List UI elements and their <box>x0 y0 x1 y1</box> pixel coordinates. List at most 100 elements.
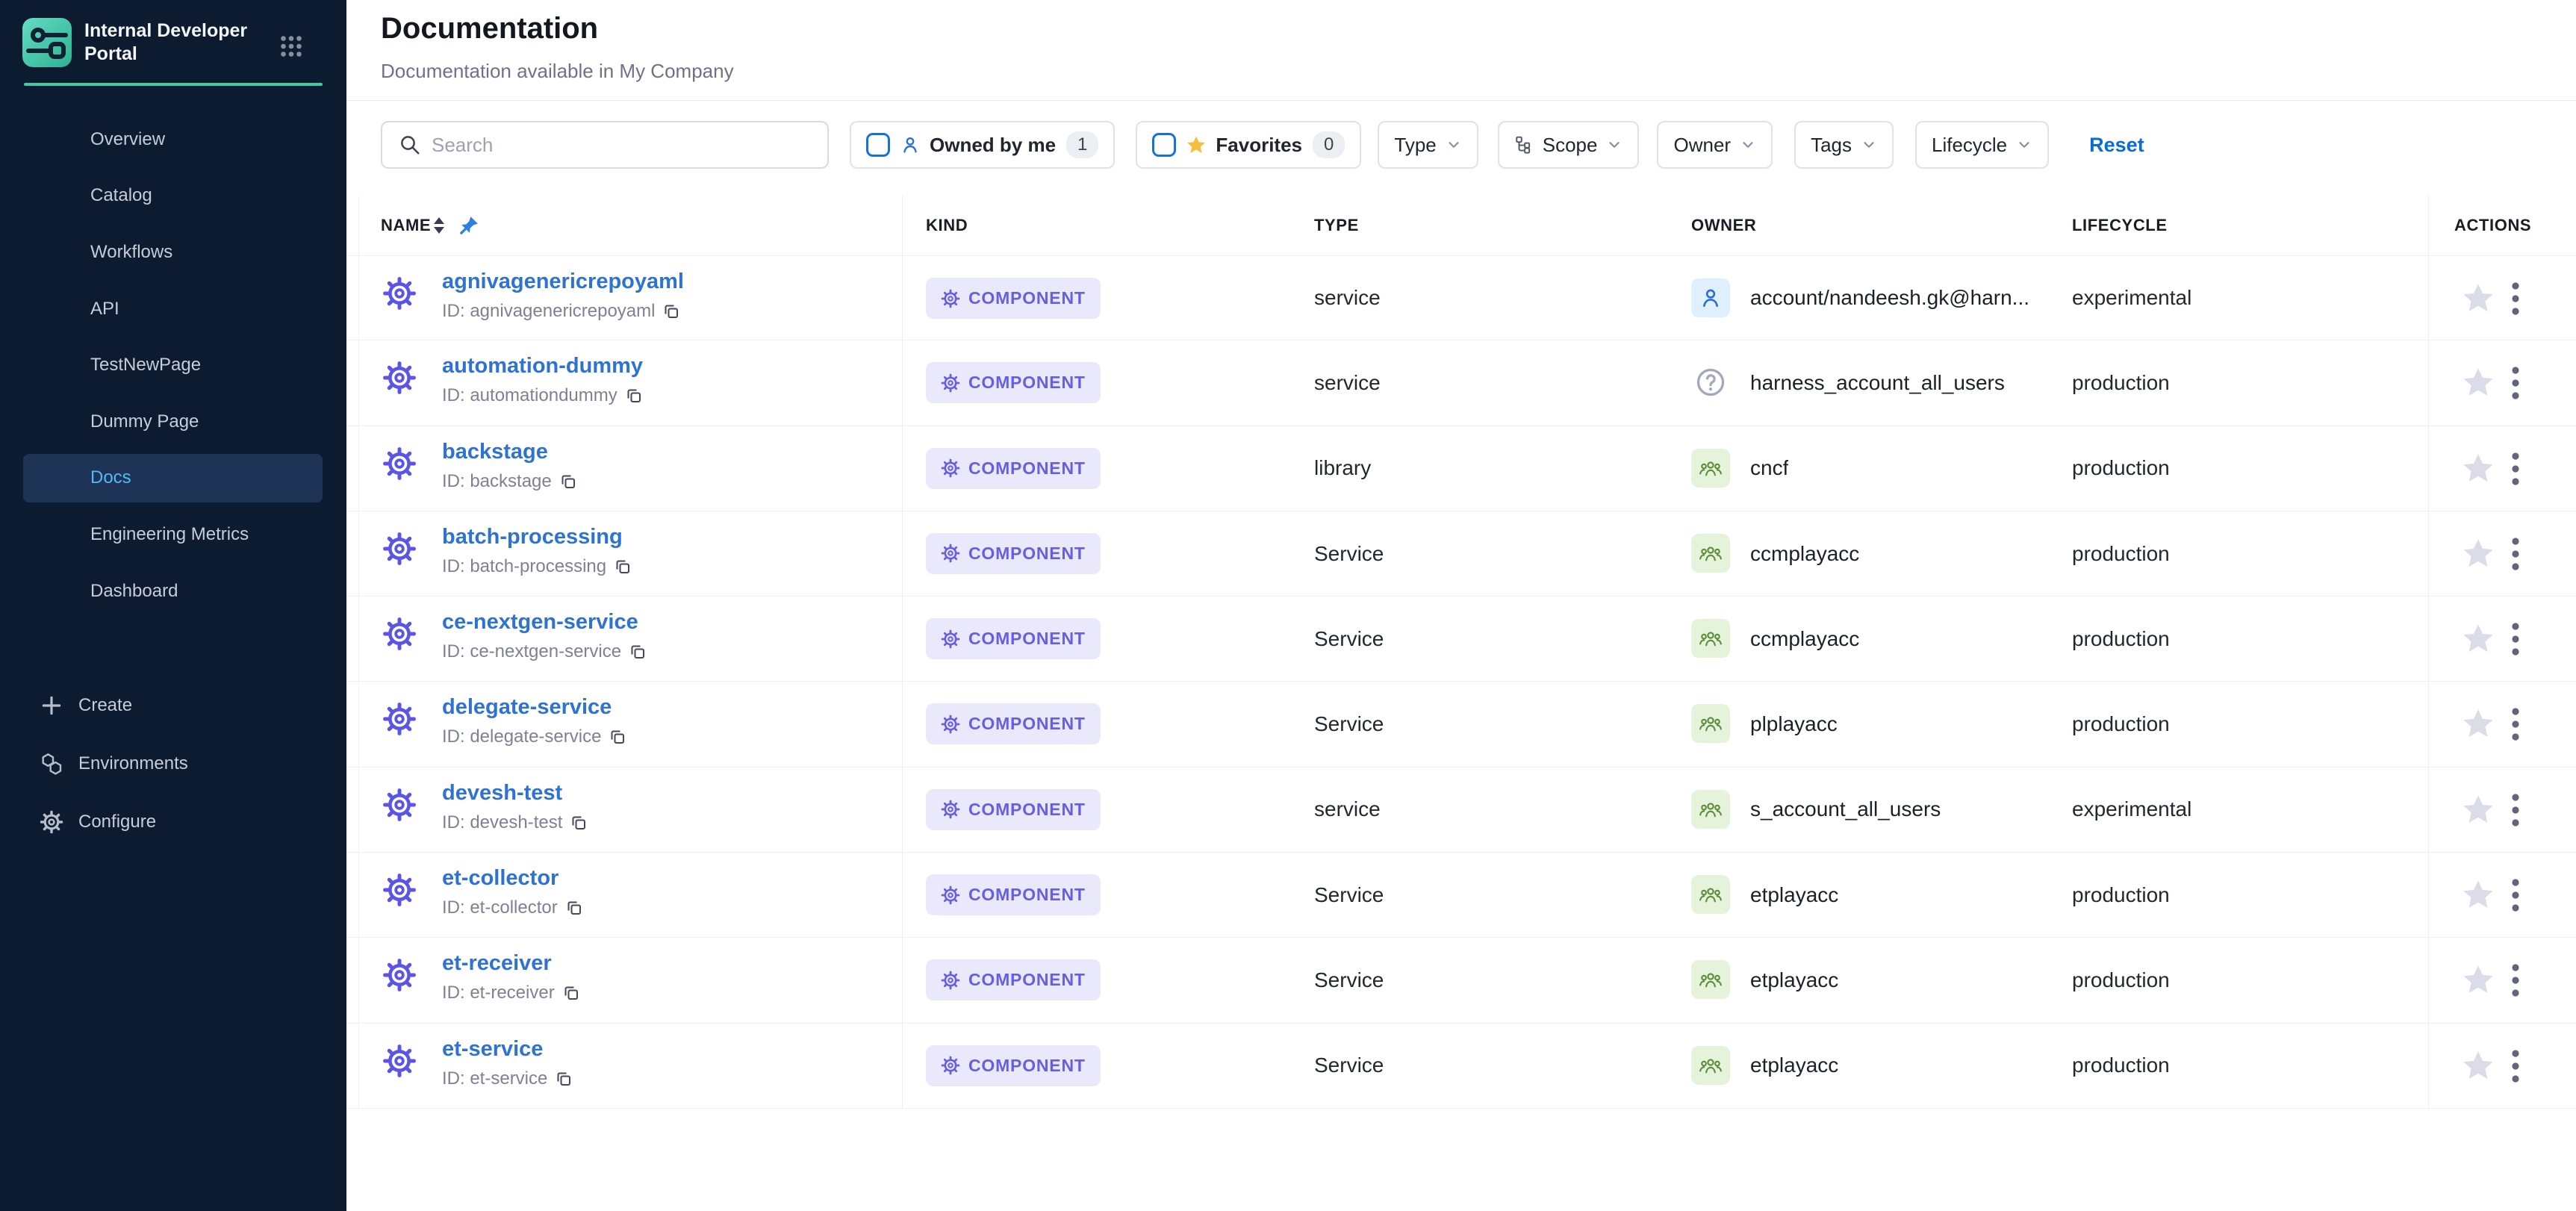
owned-by-me-checkbox[interactable] <box>866 133 890 157</box>
copy-icon[interactable] <box>609 728 626 746</box>
copy-icon[interactable] <box>625 387 643 405</box>
column-header-lifecycle: LIFECYCLE <box>2072 216 2168 235</box>
kind-badge-label: COMPONENT <box>968 458 1086 479</box>
owner-cell[interactable]: etplayacc <box>1750 968 1838 992</box>
sidebar-item-catalog[interactable]: Catalog <box>0 168 346 225</box>
sidebar-item-engineering-metrics[interactable]: Engineering Metrics <box>0 506 346 563</box>
component-gear-icon <box>382 532 417 566</box>
more-menu-icon[interactable] <box>2510 878 2521 912</box>
entity-name-link[interactable]: delegate-service <box>442 695 612 720</box>
sidebar-item-environments[interactable]: Environments <box>0 735 346 793</box>
app-title-line2: Portal <box>84 43 247 66</box>
entity-name-link[interactable]: devesh-test <box>442 781 562 806</box>
favorites-filter[interactable]: Favorites 0 <box>1136 121 1361 169</box>
favorite-star-icon[interactable] <box>2461 706 2495 741</box>
copy-icon[interactable] <box>614 558 632 576</box>
entity-name-link[interactable]: et-service <box>442 1037 543 1062</box>
copy-icon[interactable] <box>559 473 577 491</box>
favorite-star-icon[interactable] <box>2461 365 2495 399</box>
sidebar-item-dashboard[interactable]: Dashboard <box>0 563 346 620</box>
more-menu-icon[interactable] <box>2510 622 2521 656</box>
reset-filters-button[interactable]: Reset <box>2089 134 2144 157</box>
sidebar-item-overview[interactable]: Overview <box>0 111 346 168</box>
favorite-star-icon[interactable] <box>2461 281 2495 315</box>
dropdown-label: Owner <box>1673 134 1731 157</box>
favorite-star-icon[interactable] <box>2461 962 2495 997</box>
more-menu-icon[interactable] <box>2510 963 2521 997</box>
sidebar-item-dummy-page[interactable]: Dummy Page <box>0 393 346 450</box>
entity-name-link[interactable]: et-receiver <box>442 951 552 976</box>
more-menu-icon[interactable] <box>2510 366 2521 400</box>
pin-icon[interactable] <box>458 215 479 236</box>
owner-cell[interactable]: s_account_all_users <box>1750 797 1941 821</box>
owned-by-me-filter[interactable]: Owned by me 1 <box>850 121 1115 169</box>
lifecycle-cell: production <box>2072 371 2170 395</box>
filter-dropdown-lifecycle[interactable]: Lifecycle <box>1915 121 2049 169</box>
sidebar-item-configure[interactable]: Configure <box>0 793 346 851</box>
filter-dropdown-tags[interactable]: Tags <box>1794 121 1894 169</box>
owner-cell[interactable]: harness_account_all_users <box>1750 371 2005 395</box>
more-menu-icon[interactable] <box>2510 1049 2521 1083</box>
entity-name-link[interactable]: ce-nextgen-service <box>442 610 638 635</box>
copy-icon[interactable] <box>565 899 583 917</box>
sidebar-item-create[interactable]: Create <box>0 676 346 735</box>
favorite-star-icon[interactable] <box>2461 621 2495 656</box>
more-menu-icon[interactable] <box>2510 707 2521 741</box>
copy-icon[interactable] <box>662 302 680 320</box>
owner-cell[interactable]: ccmplayacc <box>1750 627 1859 651</box>
component-gear-icon <box>382 276 417 311</box>
copy-icon[interactable] <box>570 814 588 832</box>
sidebar-item-api[interactable]: API <box>0 281 346 337</box>
favorite-star-icon[interactable] <box>2461 536 2495 570</box>
column-header-name[interactable]: NAME <box>381 216 431 235</box>
sort-toggle[interactable] <box>434 216 444 235</box>
header-divider <box>346 100 2576 101</box>
lifecycle-cell: experimental <box>2072 286 2191 310</box>
filter-dropdown-type[interactable]: Type <box>1378 121 1478 169</box>
favorite-star-icon[interactable] <box>2461 451 2495 485</box>
more-menu-icon[interactable] <box>2510 793 2521 827</box>
more-menu-icon[interactable] <box>2510 281 2521 316</box>
filter-dropdown-scope[interactable]: Scope <box>1498 121 1640 169</box>
hierarchy-icon <box>1514 135 1534 155</box>
copy-icon[interactable] <box>555 1070 573 1088</box>
more-menu-icon[interactable] <box>2510 537 2521 571</box>
filter-dropdown-owner[interactable]: Owner <box>1657 121 1773 169</box>
type-cell: Service <box>1314 883 1384 907</box>
entity-id-text: ID: devesh-test <box>442 812 562 833</box>
table-row: et-collector ID: et-collector COMPONENT … <box>346 853 2576 938</box>
copy-icon[interactable] <box>562 984 580 1002</box>
owner-cell[interactable]: ccmplayacc <box>1750 542 1859 566</box>
owner-cell[interactable]: cncf <box>1750 456 1788 480</box>
chevron-down-icon <box>1861 137 1877 153</box>
owner-cell[interactable]: etplayacc <box>1750 1053 1838 1077</box>
owner-cell[interactable]: etplayacc <box>1750 883 1838 907</box>
entity-name-link[interactable]: backstage <box>442 440 548 464</box>
owner-cell[interactable]: plplayacc <box>1750 712 1838 736</box>
favorites-checkbox[interactable] <box>1152 133 1176 157</box>
lifecycle-cell: production <box>2072 627 2170 651</box>
entity-name-link[interactable]: et-collector <box>442 866 559 891</box>
table-row: backstage ID: backstage COMPONENT librar… <box>346 426 2576 511</box>
favorite-star-icon[interactable] <box>2461 877 2495 912</box>
favorite-star-icon[interactable] <box>2461 1048 2495 1083</box>
search-input[interactable] <box>432 134 820 157</box>
apps-grid-icon[interactable] <box>278 33 305 60</box>
owner-cell[interactable]: account/nandeesh.gk@harn... <box>1750 286 2029 310</box>
entity-name-link[interactable]: automation-dummy <box>442 354 643 379</box>
chevron-down-icon <box>1446 137 1462 153</box>
page: Internal Developer Portal Overview Catal… <box>0 0 2576 1211</box>
column-header-kind: KIND <box>926 216 968 235</box>
owner-unknown-icon <box>1691 363 1730 402</box>
entity-name-link[interactable]: agnivagenericrepoyaml <box>442 270 684 294</box>
sidebar-item-workflows[interactable]: Workflows <box>0 224 346 281</box>
sidebar-item-docs[interactable]: Docs <box>0 450 346 507</box>
component-badge-gear-icon <box>941 544 960 563</box>
copy-icon[interactable] <box>629 643 647 661</box>
entity-name-link[interactable]: batch-processing <box>442 525 623 550</box>
sidebar-item-testnewpage[interactable]: TestNewPage <box>0 337 346 393</box>
more-menu-icon[interactable] <box>2510 452 2521 486</box>
type-cell: service <box>1314 371 1381 395</box>
favorite-star-icon[interactable] <box>2461 792 2495 826</box>
search-box[interactable] <box>381 121 829 169</box>
